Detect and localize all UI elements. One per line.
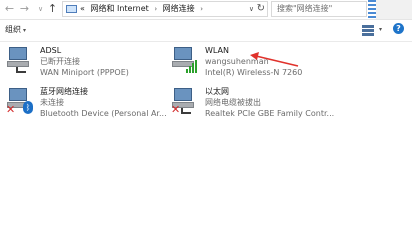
annotation-arrow-icon (250, 52, 299, 67)
